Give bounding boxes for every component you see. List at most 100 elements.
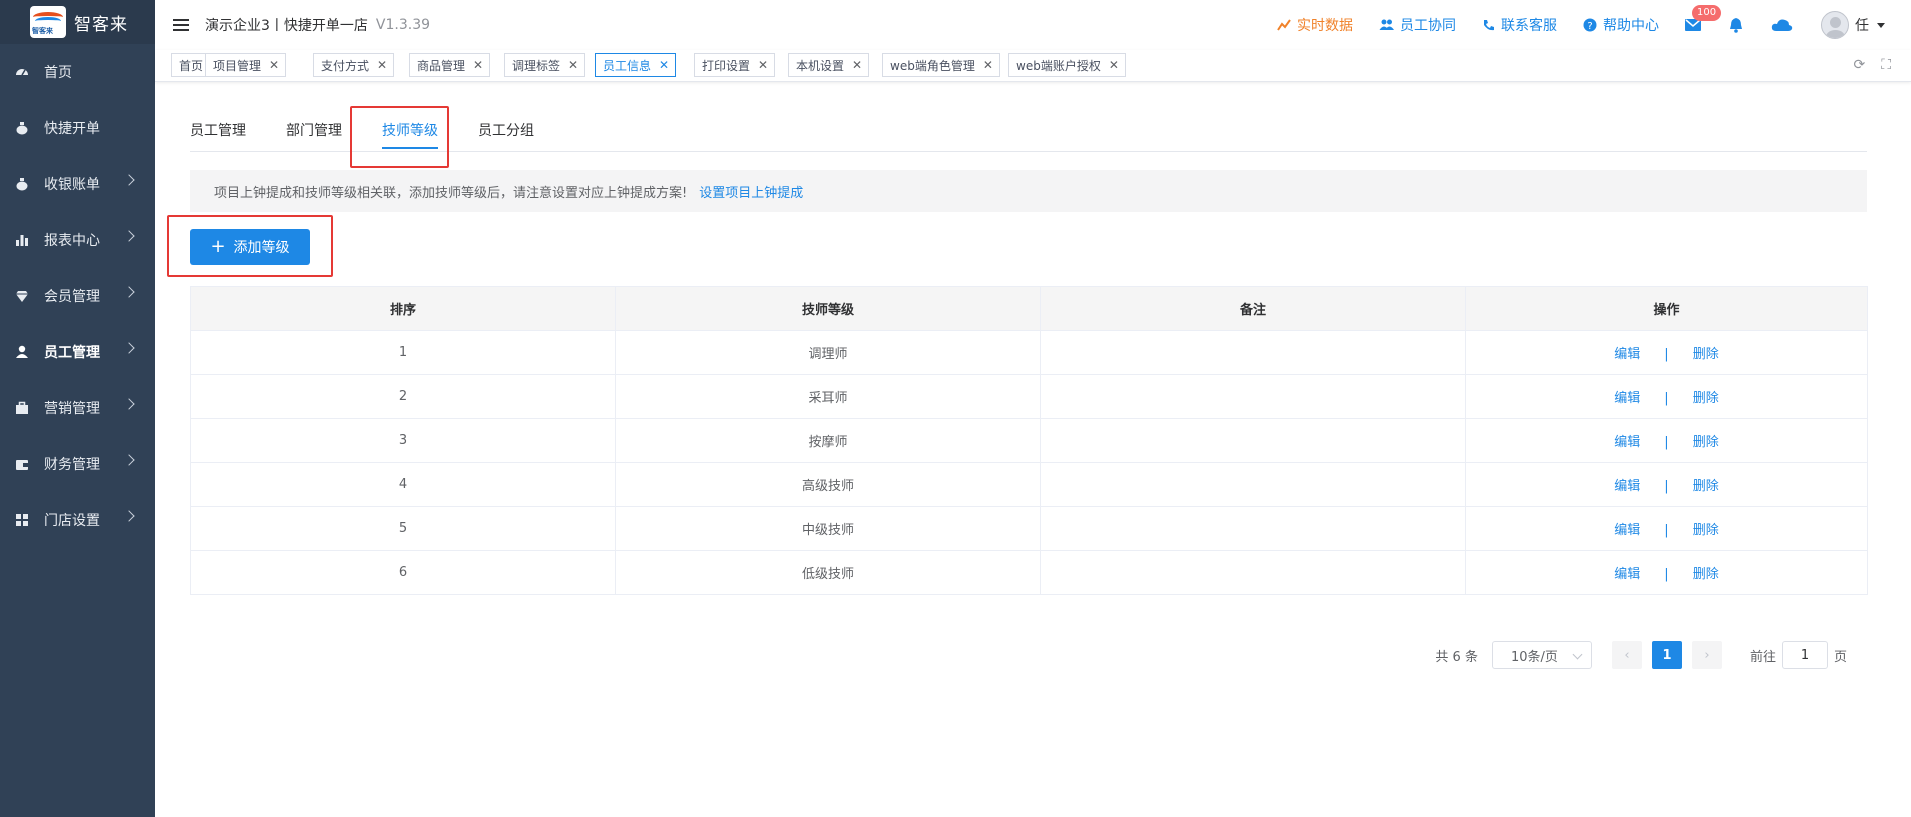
tag-product-management[interactable]: 商品管理 ✕ [409,53,491,77]
close-icon[interactable]: ✕ [983,58,993,72]
pagination: 共 6 条 10条/页 ‹ 1 › 前往 1 页 [1435,641,1847,669]
tag-therapy-labels[interactable]: 调理标签 ✕ [504,53,586,77]
prev-page-button[interactable]: ‹ [1611,641,1642,669]
contact-service-link[interactable]: 联系客服 [1482,15,1557,35]
sidebar-item-label: 财务管理 [44,457,100,473]
edit-button[interactable]: 编辑 [1614,435,1640,450]
tag-print-settings[interactable]: 打印设置 ✕ [694,53,776,77]
sidebar-item-members[interactable]: 会员管理 [0,268,155,324]
tab-staff-groups[interactable]: 员工分组 [478,120,534,140]
tab-department-management[interactable]: 部门管理 [286,120,342,140]
edit-button[interactable]: 编辑 [1614,479,1640,494]
delete-button[interactable]: 删除 [1693,391,1719,406]
phone-icon [1484,19,1494,30]
edit-button[interactable]: 编辑 [1614,523,1640,538]
money-bag-icon [14,176,30,192]
table-row: 5 中级技师 编辑 | 删除 [190,506,1868,551]
logo: 智客来 智客来 [0,0,155,44]
close-icon[interactable]: ✕ [659,58,669,72]
technician-level-table: 排序 技师等级 备注 操作 1 调理师 编辑 | 删除 2 采耳师 编辑 | 删除 3 … [190,286,1868,595]
page-suffix: 页 [1833,649,1847,665]
close-icon[interactable]: ✕ [568,58,578,72]
table-header-row: 排序 技师等级 备注 操作 [190,286,1868,331]
refresh-icon[interactable]: ⟳ [1853,57,1865,73]
close-icon[interactable]: ✕ [377,58,387,72]
edit-button[interactable]: 编辑 [1614,347,1640,362]
caret-down-icon[interactable] [1877,22,1885,28]
sidebar-item-quick-order[interactable]: 快捷开单 [0,100,155,156]
close-icon[interactable]: ✕ [758,58,768,72]
sidebar-item-reports[interactable]: 报表中心 [0,212,155,268]
actions-cell: 编辑 | 删除 [1465,550,1868,595]
tab-staff-management[interactable]: 员工管理 [190,120,246,140]
sidebar-item-label: 报表中心 [44,233,100,249]
diamond-icon [14,288,30,304]
sidebar-item-bills[interactable]: 收银账单 [0,156,155,212]
user-icon [14,344,30,360]
fullscreen-icon[interactable]: ⛶ [1881,57,1891,73]
delete-button[interactable]: 删除 [1693,479,1719,494]
sidebar-item-finance[interactable]: 财务管理 [0,436,155,492]
sidebar-item-label: 会员管理 [44,289,100,305]
mail-button[interactable]: 100 [1685,5,1722,31]
close-icon[interactable]: ✕ [1109,58,1119,72]
sidebar-item-home[interactable]: 首页 [0,44,155,100]
staff-collab-link[interactable]: 员工协同 [1379,15,1456,35]
version-label: V1.3.39 [375,17,431,33]
tag-web-account-authorization[interactable]: web端账户授权 ✕ [1008,53,1126,77]
edit-button[interactable]: 编辑 [1614,567,1640,582]
tag-staff-info[interactable]: 员工信息 ✕ [595,53,677,77]
next-page-button[interactable]: › [1691,641,1722,669]
chevron-right-icon [123,174,135,186]
actions-cell: 编辑 | 删除 [1465,374,1868,419]
trend-icon [1277,19,1291,31]
level-cell: 采耳师 [615,374,1041,419]
column-header: 操作 [1465,286,1868,331]
column-header: 技师等级 [615,286,1041,331]
goto-page-input[interactable]: 1 [1781,641,1828,669]
user-name[interactable]: 任 [1855,15,1869,35]
highlight-box [350,106,449,168]
actions-cell: 编辑 | 删除 [1465,462,1868,507]
order-cell: 5 [190,506,616,551]
logo-text: 智客来 [74,14,128,35]
sidebar-item-marketing[interactable]: 营销管理 [0,380,155,436]
delete-button[interactable]: 删除 [1693,435,1719,450]
notice-text: 项目上钟提成和技师等级相关联，添加技师等级后，请注意设置对应上钟提成方案! [214,185,688,201]
avatar[interactable] [1821,11,1849,39]
sidebar-item-label: 收银账单 [44,177,100,193]
note-cell [1040,330,1466,375]
notification-button[interactable] [1729,17,1743,33]
bar-chart-icon [14,232,30,248]
logo-image: 智客来 [30,6,66,38]
page-size-select[interactable]: 10条/页 [1491,641,1592,669]
sidebar-item-staff[interactable]: 员工管理 [0,324,155,380]
page-number-button[interactable]: 1 [1651,641,1682,669]
edit-button[interactable]: 编辑 [1614,391,1640,406]
highlight-box [167,215,333,277]
delete-button[interactable]: 删除 [1693,523,1719,538]
chevron-right-icon [123,510,135,522]
total-count: 共 6 条 [1435,649,1478,665]
delete-button[interactable]: 删除 [1693,567,1719,582]
tag-payment-methods[interactable]: 支付方式 ✕ [313,53,395,77]
set-commission-link[interactable]: 设置项目上钟提成 [699,182,803,201]
sidebar-item-label: 快捷开单 [44,121,100,137]
page-title: 演示企业3丨快捷开单一店 [205,18,368,34]
cloud-button[interactable] [1771,18,1793,32]
tag-local-settings[interactable]: 本机设置 ✕ [788,53,870,77]
note-cell [1040,374,1466,419]
close-icon[interactable]: ✕ [852,58,862,72]
mail-badge: 100 [1692,5,1722,21]
menu-toggle-icon[interactable] [173,16,189,34]
note-cell [1040,506,1466,551]
close-icon[interactable]: ✕ [473,58,483,72]
help-center-link[interactable]: ? 帮助中心 [1583,15,1659,35]
realtime-data-link[interactable]: 实时数据 [1277,15,1353,35]
sidebar-item-label: 员工管理 [44,345,100,361]
close-icon[interactable]: ✕ [269,58,279,72]
tag-project-management[interactable]: 项目管理 ✕ [205,53,287,77]
tag-web-role-management[interactable]: web端角色管理 ✕ [882,53,1000,77]
sidebar-item-store-settings[interactable]: 门店设置 [0,492,155,548]
delete-button[interactable]: 删除 [1693,347,1719,362]
